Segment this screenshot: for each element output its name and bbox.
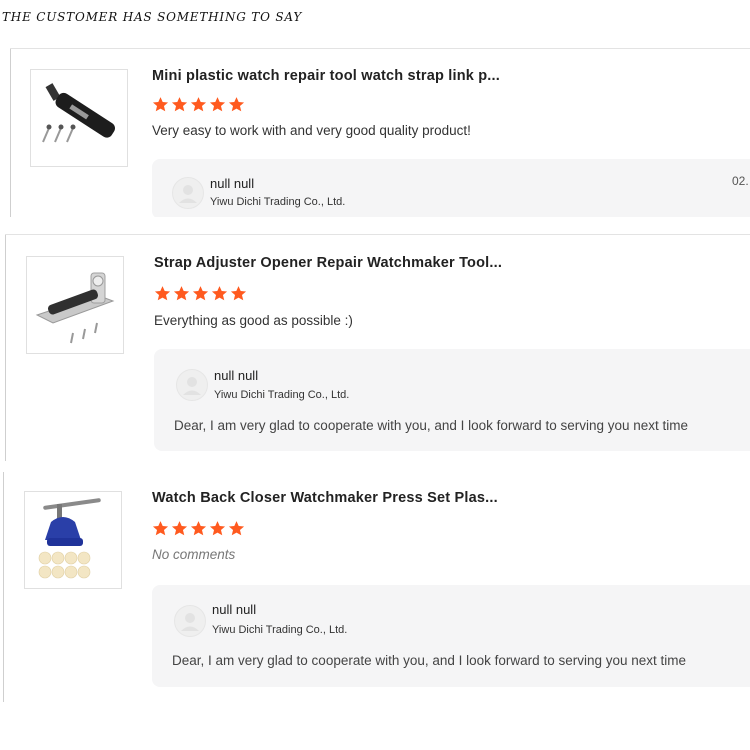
product-title-link[interactable]: Strap Adjuster Opener Repair Watchmaker … <box>154 255 502 271</box>
star-icon <box>192 286 209 301</box>
review-comment: Very easy to work with and very good qua… <box>152 123 471 138</box>
star-icon <box>211 286 228 301</box>
review-comment: No comments <box>152 547 236 562</box>
reply-author-name: null null <box>210 176 255 191</box>
rating-stars <box>152 96 245 114</box>
star-icon <box>228 97 245 112</box>
review-card: Mini plastic watch repair tool watch str… <box>10 48 750 217</box>
star-icon <box>154 286 171 301</box>
seller-avatar <box>174 605 206 637</box>
star-icon <box>171 521 188 536</box>
seller-avatar <box>176 369 208 401</box>
star-icon <box>209 521 226 536</box>
reply-date: 02. <box>732 174 749 188</box>
star-icon <box>230 286 247 301</box>
adjuster-tool-image <box>35 272 115 344</box>
reply-author-name: null null <box>212 602 257 617</box>
review-comment: Everything as good as possible :) <box>154 313 353 328</box>
review-card: Watch Back Closer Watchmaker Press Set P… <box>3 472 750 702</box>
product-image-press-set[interactable] <box>24 491 122 589</box>
star-icon <box>190 97 207 112</box>
section-heading: THE CUSTOMER HAS SOMETHING TO SAY <box>2 10 303 24</box>
seller-reply: null null Yiwu Dichi Trading Co., Ltd. D… <box>152 585 750 687</box>
reply-store-name: Yiwu Dichi Trading Co., Ltd. <box>212 624 348 636</box>
product-image-adjuster-tool[interactable] <box>26 256 124 354</box>
star-icon <box>173 286 190 301</box>
star-icon <box>152 97 169 112</box>
star-icon <box>152 521 169 536</box>
avatar-placeholder-icon <box>181 613 199 631</box>
reply-text: Dear, I am very glad to cooperate with y… <box>172 653 687 668</box>
rating-stars <box>152 520 245 538</box>
avatar-placeholder-icon <box>179 185 197 203</box>
reply-author-name: null null <box>214 368 259 383</box>
press-set-image <box>38 498 101 579</box>
rating-stars <box>154 285 247 303</box>
reply-store-name: Yiwu Dichi Trading Co., Ltd. <box>214 389 350 401</box>
seller-reply: null null Yiwu Dichi Trading Co., Ltd. D… <box>154 349 750 451</box>
seller-reply: null null Yiwu Dichi Trading Co., Ltd. 0… <box>152 159 750 217</box>
seller-avatar <box>172 177 204 209</box>
star-icon <box>171 97 188 112</box>
avatar-placeholder-icon <box>183 377 201 395</box>
reply-text: Dear, I am very glad to cooperate with y… <box>174 418 689 433</box>
star-icon <box>209 97 226 112</box>
product-image-strap-tool[interactable] <box>30 69 128 167</box>
strap-tool-image <box>42 83 115 143</box>
product-title-link[interactable]: Mini plastic watch repair tool watch str… <box>152 68 500 84</box>
product-title-link[interactable]: Watch Back Closer Watchmaker Press Set P… <box>152 490 498 506</box>
review-card: Strap Adjuster Opener Repair Watchmaker … <box>5 234 750 461</box>
reply-store-name: Yiwu Dichi Trading Co., Ltd. <box>210 196 346 208</box>
star-icon <box>190 521 207 536</box>
star-icon <box>228 521 245 536</box>
